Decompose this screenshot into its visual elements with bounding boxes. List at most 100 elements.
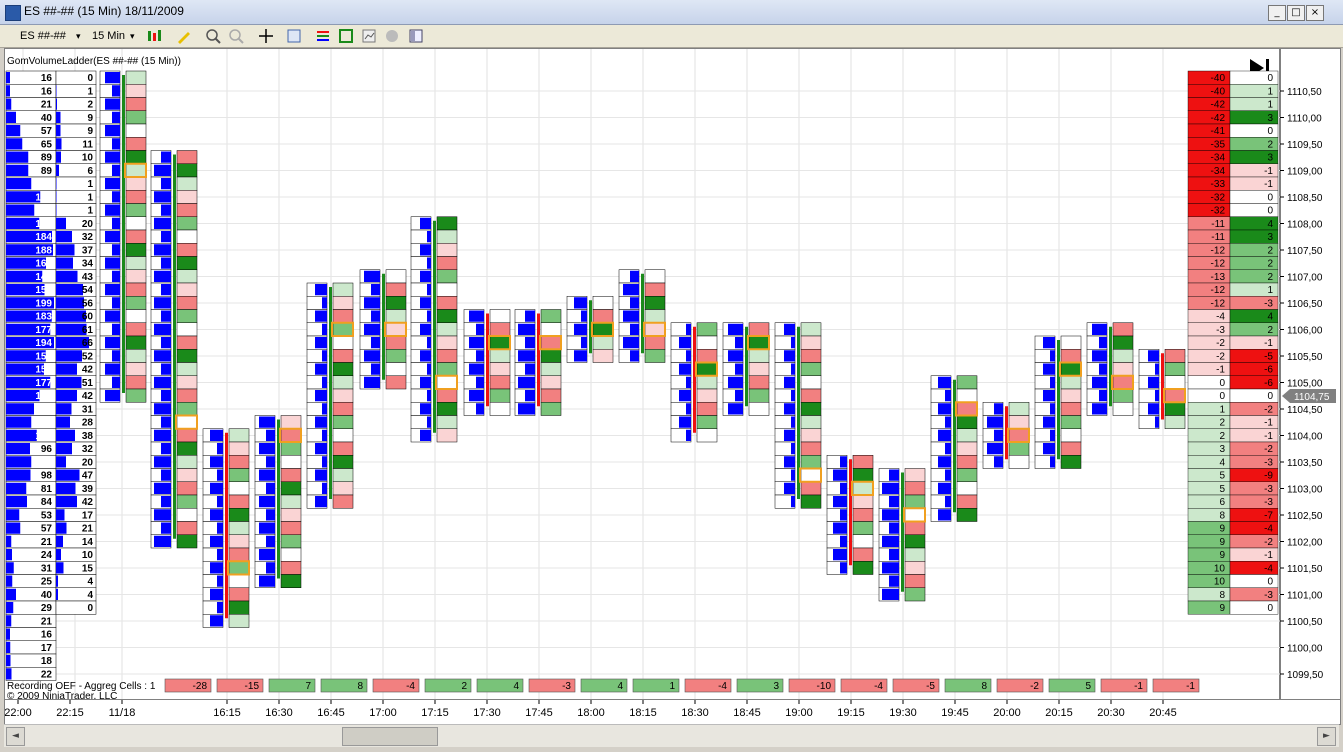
left-delta-value: 0 — [87, 603, 93, 614]
bar-ask-cell — [696, 428, 718, 443]
left-vol-value: 21 — [41, 100, 53, 111]
bar-bid-volume — [791, 496, 795, 508]
bar-bid-volume — [784, 376, 795, 388]
right-ladder-delta-value: -1 — [1264, 431, 1273, 442]
bar-ask-cell — [1060, 362, 1082, 376]
bar-ask-cell — [125, 362, 147, 376]
bar-ask-cell — [644, 282, 666, 297]
price-tick-label: 1110,00 — [1287, 114, 1322, 125]
chart-style-icon[interactable] — [146, 28, 162, 44]
bar-bid-volume — [1050, 376, 1055, 388]
instrument-dropdown-icon[interactable]: ▾ — [76, 28, 81, 44]
bar-ask-cell — [436, 296, 458, 310]
bar-ask-cell — [696, 349, 718, 363]
bar-bid-volume — [154, 482, 171, 494]
maximize-button[interactable]: □ — [1287, 5, 1305, 21]
bar-bid-volume — [427, 390, 431, 402]
bar-bid-volume — [1050, 429, 1055, 441]
bar-bid-volume — [112, 323, 120, 335]
left-vol-value: 40 — [41, 590, 53, 601]
left-delta-bar — [56, 244, 75, 256]
bar-bid-volume — [791, 363, 795, 375]
left-delta-bar — [56, 350, 82, 362]
bar-delta-value: 1 — [669, 681, 675, 692]
left-delta-value: 37 — [82, 245, 94, 256]
bar-candle-body — [486, 313, 489, 407]
bar-delta-value: -5 — [926, 681, 935, 692]
time-tick-label: 19:15 — [837, 707, 865, 719]
instrument-selector[interactable]: ES ##-## — [20, 28, 66, 44]
zoom-in-icon[interactable] — [205, 28, 221, 44]
time-tick-label: 20:30 — [1097, 707, 1125, 719]
right-ladder-delta-value: -7 — [1264, 510, 1273, 521]
horizontal-scrollbar[interactable]: ◄ ► — [4, 724, 1339, 747]
left-delta-value: 20 — [82, 457, 94, 468]
bar-ask-cell — [748, 402, 770, 416]
right-ladder-delta-value: -3 — [1264, 590, 1273, 601]
bar-ask-cell — [176, 362, 198, 376]
left-vol-bar — [6, 562, 14, 574]
right-ladder-vol-value: 6 — [1219, 497, 1225, 508]
bar-ask-cell — [1112, 388, 1134, 403]
bar-bid-volume — [154, 217, 171, 229]
scroll-left-icon[interactable]: ◄ — [6, 727, 25, 746]
bar-bid-volume — [154, 509, 171, 521]
scroll-thumb[interactable] — [342, 727, 438, 746]
left-vol-bar — [6, 655, 11, 667]
drawing-tool-icon[interactable] — [176, 28, 192, 44]
time-tick-label: 16:45 — [317, 707, 345, 719]
indicators-icon[interactable] — [315, 28, 331, 44]
close-button[interactable]: × — [1306, 5, 1324, 21]
right-ladder-delta-value: 4 — [1267, 219, 1273, 230]
bar-ask-cell — [176, 428, 198, 443]
strategies-icon[interactable] — [338, 28, 354, 44]
bar-bid-volume — [210, 456, 223, 468]
bar-ask-cell — [125, 97, 147, 111]
left-vol-bar — [6, 416, 32, 428]
crosshair-icon[interactable] — [258, 28, 274, 44]
chart-properties-icon[interactable] — [361, 28, 377, 44]
bar-ask-cell — [176, 216, 198, 231]
bar-ask-cell — [1112, 402, 1134, 416]
data-box-icon[interactable] — [286, 28, 302, 44]
left-vol-value: 96 — [41, 444, 53, 455]
bar-bid-volume — [322, 323, 327, 335]
bar-ask-cell — [332, 494, 354, 509]
bar-ask-cell — [176, 468, 198, 482]
bar-bid-volume — [987, 416, 1003, 428]
window-layout-icon[interactable] — [408, 28, 424, 44]
bar-candle-body — [122, 75, 125, 393]
time-tick-label: 17:30 — [473, 707, 501, 719]
right-ladder-delta-value: 1 — [1267, 100, 1273, 111]
interval-dropdown-icon[interactable]: ▾ — [130, 28, 135, 44]
bar-ask-cell — [228, 494, 250, 509]
bar-bid-volume — [154, 244, 171, 256]
time-tick-label: 17:00 — [369, 707, 397, 719]
right-ladder-delta-value: 2 — [1267, 245, 1273, 256]
bar-delta-value: 5 — [1085, 681, 1091, 692]
bar-bid-volume — [112, 297, 120, 309]
minimize-button[interactable]: _ — [1268, 5, 1286, 21]
bar-ask-cell — [125, 137, 147, 151]
chart-panel[interactable]: 1110,50 1110,00 1109,50 1109,00 1108,50 1108,… — [4, 48, 1341, 700]
left-delta-value: 1 — [87, 86, 93, 97]
left-delta-bar — [56, 549, 61, 561]
record-icon[interactable] — [384, 28, 400, 44]
bar-ask-cell — [125, 296, 147, 310]
time-tick-label: 16:15 — [213, 707, 241, 719]
scroll-right-icon[interactable]: ► — [1317, 727, 1336, 746]
bar-bid-volume — [1092, 376, 1107, 388]
left-vol-bar — [6, 204, 35, 216]
left-delta-bar — [56, 429, 75, 441]
interval-selector[interactable]: 15 Min — [92, 28, 125, 44]
right-ladder-delta-value: -1 — [1264, 166, 1273, 177]
bar-ask-cell — [332, 322, 354, 337]
window-title: ES ##-## (15 Min) 18/11/2009 — [24, 4, 184, 18]
zoom-out-icon[interactable] — [228, 28, 244, 44]
bar-bid-volume — [525, 363, 535, 375]
bar-bid-volume — [686, 350, 691, 362]
footer-copyright: © 2009 NinjaTrader, LLC — [7, 691, 117, 699]
left-delta-value: 52 — [82, 351, 94, 362]
bar-ask-cell — [228, 428, 250, 443]
bar-ask-cell — [436, 216, 458, 231]
